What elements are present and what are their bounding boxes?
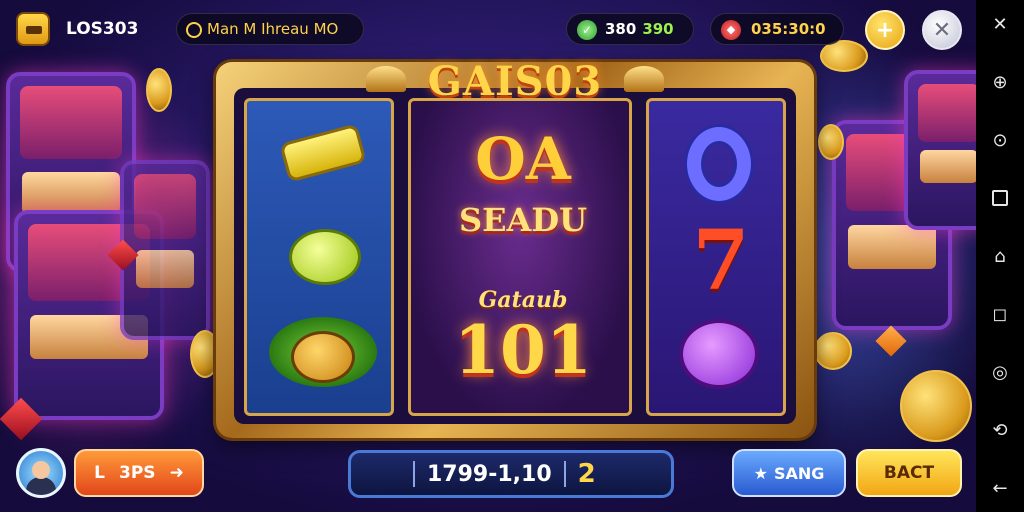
gem-count: 035:30:0 xyxy=(751,20,826,38)
check-coin-icon: ✓ xyxy=(577,20,597,40)
reel-left[interactable] xyxy=(244,98,394,416)
gold-bar-symbol xyxy=(279,123,367,183)
brand-name: LOS303 xyxy=(66,19,139,39)
user-pill[interactable]: Man M Ihreau MO xyxy=(176,13,364,45)
star-icon: ★ xyxy=(753,463,768,483)
nav-close-icon[interactable]: ✕ xyxy=(986,10,1014,38)
balance-main: 380 xyxy=(605,20,637,38)
counter-value: 1799-1,10 xyxy=(427,461,552,487)
purple-gem-symbol xyxy=(679,319,759,389)
background-slot-machine xyxy=(904,70,976,230)
nav-expand-icon[interactable]: ⊕ xyxy=(986,68,1014,96)
balance-bonus: 390 xyxy=(642,20,674,38)
spin-label: SANG xyxy=(773,463,825,483)
coin-icon xyxy=(818,124,844,160)
nav-home-icon[interactable]: ⌂ xyxy=(986,242,1014,270)
nav-recent-icon[interactable]: ◻ xyxy=(986,300,1014,328)
center-subtitle: SEADU xyxy=(459,201,587,239)
center-caption: Gataub xyxy=(478,287,568,313)
counter-multiplier: 2 xyxy=(577,459,596,489)
seven-symbol: 7 xyxy=(692,213,750,309)
nav-screenshot-icon[interactable]: ◎ xyxy=(986,358,1014,386)
user-icon xyxy=(186,22,202,38)
nav-collapse-icon[interactable]: ⊙ xyxy=(986,126,1014,154)
system-nav-rail: ✕ ⊕ ⊙ ⌂ ◻ ◎ ⟲ ← xyxy=(976,0,1024,512)
top-bar: LOS303 Man M Ihreau MO ✓ 380 390 ◆ 035:3… xyxy=(0,8,976,50)
bet-button[interactable]: L 3PS ➜ xyxy=(74,449,204,497)
close-button[interactable]: ✕ xyxy=(922,10,962,50)
coin-icon xyxy=(146,68,172,112)
user-label: Man M Ihreau MO xyxy=(207,20,339,38)
win-counter: 1799-1,10 2 xyxy=(348,450,674,498)
nav-rotate-icon[interactable]: ⟲ xyxy=(986,416,1014,444)
player-avatar[interactable] xyxy=(16,448,66,498)
blue-ring-symbol xyxy=(687,127,751,201)
gem-pill[interactable]: ◆ 035:30:0 xyxy=(710,13,844,45)
nav-back-icon[interactable]: ← xyxy=(986,474,1014,502)
coin-icon xyxy=(900,370,972,442)
coin-icon xyxy=(814,332,852,370)
bet-letter: L xyxy=(94,463,106,483)
back-button[interactable]: BACT xyxy=(856,449,962,497)
add-button[interactable]: + xyxy=(865,10,905,50)
reel-center[interactable]: OA SEADU Gataub 101 xyxy=(408,98,632,416)
balance-pill[interactable]: ✓ 380 390 xyxy=(566,13,694,45)
lime-symbol xyxy=(289,229,361,285)
arrow-right-icon: ➜ xyxy=(169,463,184,483)
ruby-icon: ◆ xyxy=(721,20,741,40)
center-jackpot-text: OA xyxy=(475,125,571,193)
center-number: 101 xyxy=(454,311,592,389)
reel-right[interactable]: 7 xyxy=(646,98,786,416)
app-logo-icon[interactable] xyxy=(16,12,50,46)
bet-label: 3PS xyxy=(119,463,156,483)
nav-square-icon[interactable] xyxy=(986,184,1014,212)
spin-button[interactable]: ★ SANG xyxy=(732,449,846,497)
treasure-pot-symbol xyxy=(269,309,377,393)
